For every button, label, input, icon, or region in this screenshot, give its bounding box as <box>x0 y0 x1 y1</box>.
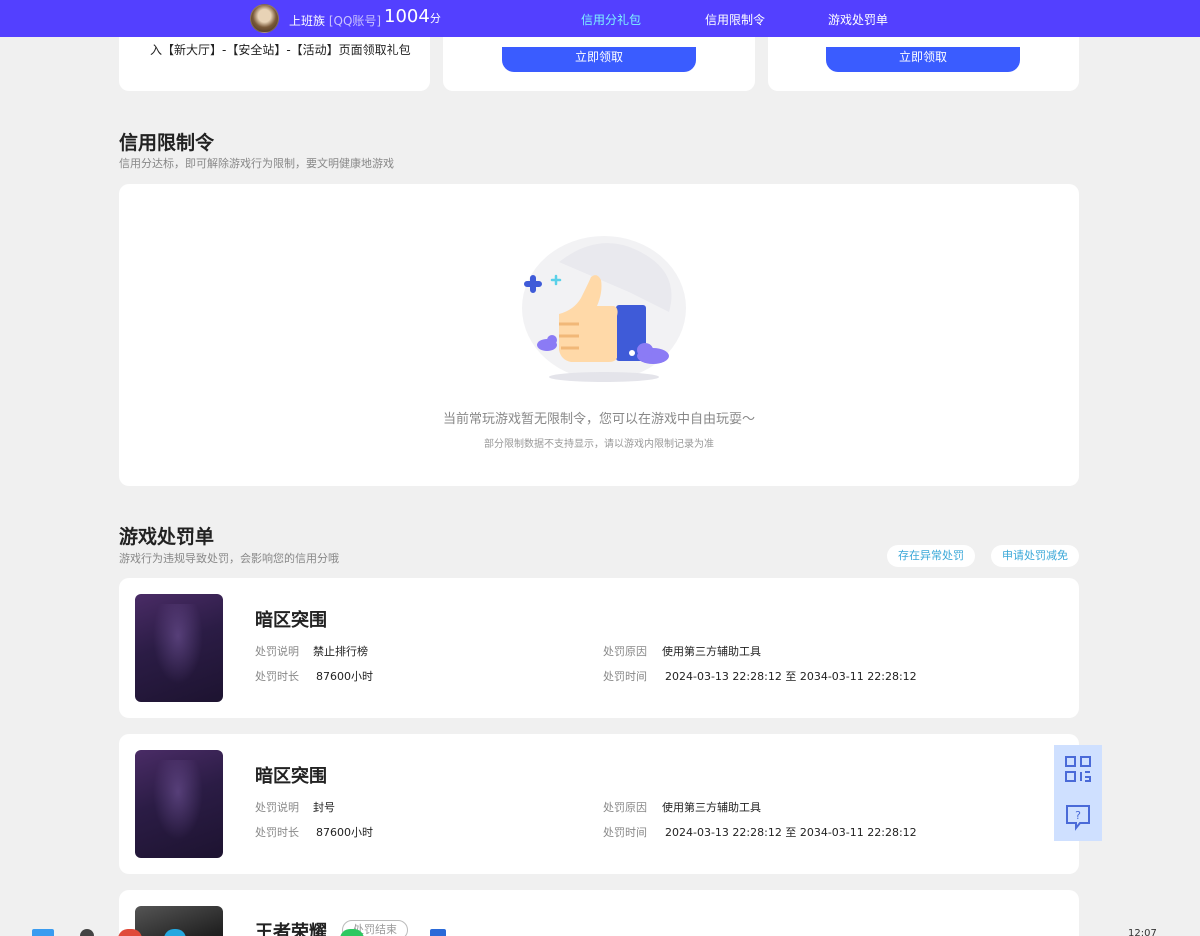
help-button[interactable]: ? <box>1054 793 1102 841</box>
nav-tab-credit-gift[interactable]: 信用分礼包 <box>581 11 641 28</box>
reason-label: 处罚原因 <box>603 801 647 814</box>
claim-button[interactable]: 立即领取 <box>826 47 1020 72</box>
punishment-section-subtitle: 游戏行为违规导致处罚，会影响您的信用分哦 <box>119 552 339 565</box>
nav-tab-restriction-order[interactable]: 信用限制令 <box>705 11 765 28</box>
avatar[interactable] <box>250 4 279 33</box>
thumbs-up-illustration-icon <box>522 236 686 382</box>
reason-value: 使用第三方辅助工具 <box>662 645 761 658</box>
duration-value: 87600小时 <box>316 670 373 683</box>
reason-label: 处罚原因 <box>603 645 647 658</box>
nav-tab-punishment-list[interactable]: 游戏处罚单 <box>828 11 888 28</box>
gift-card-instruction: 入【新大厅】-【安全站】-【活动】页面领取礼包 <box>150 43 411 57</box>
time-value: 2024-03-13 22:28:12 至 2034-03-11 22:28:1… <box>665 826 917 839</box>
help-chat-icon: ? <box>1066 805 1090 831</box>
game-name: 暗区突围 <box>255 610 327 631</box>
windows-start-icon[interactable] <box>32 929 54 936</box>
restriction-section-title: 信用限制令 <box>119 132 215 154</box>
search-icon[interactable] <box>80 929 94 936</box>
reason-value: 使用第三方辅助工具 <box>662 801 761 814</box>
time-value: 2024-03-13 22:28:12 至 2034-03-11 22:28:1… <box>665 670 917 683</box>
punishment-card[interactable]: 暗区突围 处罚说明 禁止排行榜 处罚时长 87600小时 处罚原因 使用第三方辅… <box>119 578 1079 718</box>
credit-score-unit: 分 <box>429 12 441 25</box>
empty-state-message: 当前常玩游戏暂无限制令，您可以在游戏中自由玩耍～ <box>442 412 755 427</box>
desc-value: 封号 <box>313 801 335 814</box>
taskbar-clock: 12:07 <box>1128 928 1157 936</box>
game-name: 暗区突围 <box>255 766 327 787</box>
duration-label: 处罚时长 <box>255 826 299 839</box>
svg-text:?: ? <box>1075 809 1081 822</box>
time-label: 处罚时间 <box>603 826 647 839</box>
restriction-section-subtitle: 信用分达标，即可解除游戏行为限制，要文明健康地游戏 <box>119 157 394 170</box>
abnormal-punishment-button[interactable]: 存在异常处罚 <box>887 545 975 567</box>
credit-score: 1004分 <box>384 6 441 27</box>
game-cover-image <box>135 594 223 702</box>
qrcode-icon <box>1065 756 1091 782</box>
empty-state-note: 部分限制数据不支持显示，请以游戏内限制记录为准 <box>484 439 714 450</box>
user-name-text: 上班族 <box>289 14 326 28</box>
desc-label: 处罚说明 <box>255 801 299 814</box>
taskbar-app-icon[interactable] <box>430 929 446 936</box>
punishment-card[interactable]: 暗区突围 处罚说明 封号 处罚时长 87600小时 处罚原因 使用第三方辅助工具… <box>119 734 1079 874</box>
duration-label: 处罚时长 <box>255 670 299 683</box>
game-cover-image <box>135 750 223 858</box>
user-name: 上班族 [QQ账号] <box>289 12 381 29</box>
desc-value: 禁止排行榜 <box>313 645 368 658</box>
apply-reduction-button[interactable]: 申请处罚减免 <box>991 545 1079 567</box>
account-type-tag: [QQ账号] <box>328 14 382 28</box>
time-label: 处罚时间 <box>603 670 647 683</box>
game-name: 王者荣耀 <box>255 922 327 936</box>
credit-score-value: 1004 <box>384 6 430 27</box>
top-navigation-bar: 上班族 [QQ账号] 1004分 信用分礼包 信用限制令 游戏处罚单 <box>0 0 1200 37</box>
duration-value: 87600小时 <box>316 826 373 839</box>
claim-button[interactable]: 立即领取 <box>502 47 696 72</box>
punishment-section-title: 游戏处罚单 <box>119 526 215 548</box>
punishment-card-partial[interactable]: 王者荣耀 处罚结束 <box>119 890 1079 936</box>
desc-label: 处罚说明 <box>255 645 299 658</box>
restriction-panel: 当前常玩游戏暂无限制令，您可以在游戏中自由玩耍～ 部分限制数据不支持显示，请以游… <box>119 184 1079 486</box>
qrcode-button[interactable] <box>1054 745 1102 793</box>
